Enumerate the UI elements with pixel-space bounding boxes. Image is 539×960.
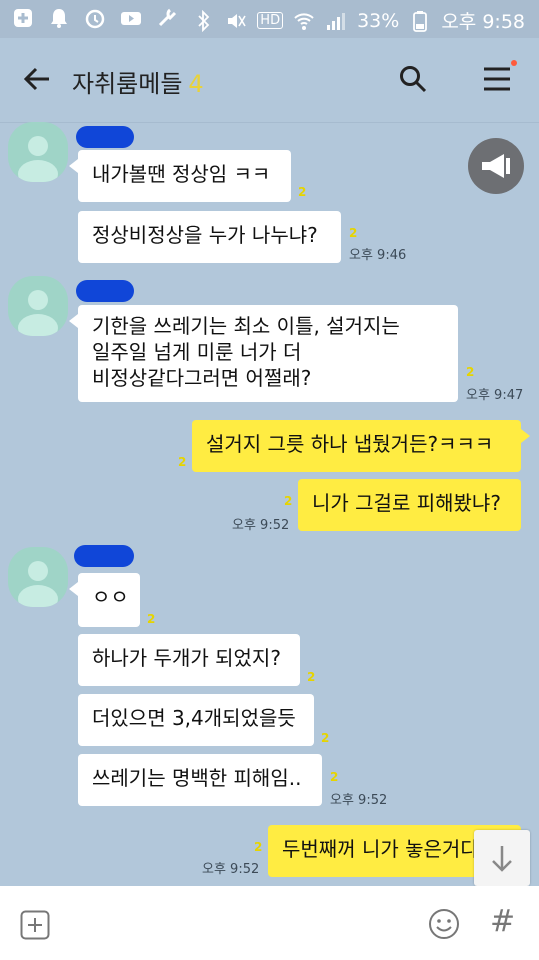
my-message-bubble[interactable]: 설거지 그릇 하나 냅뒀거든?ㅋㅋㅋ bbox=[192, 420, 521, 472]
message-text: ㅇㅇ bbox=[92, 585, 129, 609]
message-text: 더있으면 3,4개되었을듯 bbox=[92, 706, 296, 730]
avatar[interactable] bbox=[8, 276, 68, 336]
message-time: 오후 9:52 bbox=[202, 862, 260, 877]
message-text: 설거지 그릇 하나 냅뒀거든?ㅋㅋㅋ bbox=[206, 432, 494, 456]
plus-box-icon[interactable] bbox=[20, 910, 50, 940]
message-text: 내가볼땐 정상임 ㅋㅋ bbox=[92, 162, 271, 186]
message-time: 오후 9:52 bbox=[330, 793, 388, 808]
notification-dot bbox=[511, 60, 517, 66]
wifi-icon bbox=[293, 10, 315, 32]
hd-badge: HD bbox=[257, 12, 284, 29]
megaphone-icon[interactable] bbox=[468, 138, 524, 194]
message-text: 두번째꺼 니가 놓은거다 bbox=[282, 837, 479, 861]
message-bubble[interactable]: 정상비정상을 누가 나누냐? bbox=[78, 211, 341, 263]
message-time: 오후 9:47 bbox=[466, 388, 524, 403]
message-text: 니가 그걸로 피해봤냐? bbox=[312, 491, 501, 515]
add-box-icon bbox=[12, 7, 34, 29]
emoji-icon[interactable] bbox=[428, 908, 460, 940]
message-text-line: 기한을 쓰레기는 최소 이틀, 설거지는 bbox=[92, 314, 400, 338]
chat-header: 자취룸메들 4 bbox=[0, 38, 539, 123]
message-text-line: 일주일 넘게 미룬 너가 더 bbox=[92, 340, 302, 364]
message-bubble[interactable]: ㅇㅇ bbox=[78, 573, 140, 627]
bubble-tail bbox=[69, 314, 78, 328]
unread-count: 2 bbox=[147, 612, 156, 626]
scroll-down-button[interactable] bbox=[474, 830, 530, 886]
bubble-tail bbox=[69, 582, 78, 596]
unread-count: 2 bbox=[349, 226, 358, 240]
message-time: 오후 9:52 bbox=[232, 518, 290, 533]
unread-count: 2 bbox=[330, 770, 339, 784]
bluetooth-icon bbox=[193, 9, 215, 32]
my-message-bubble[interactable]: 니가 그걸로 피해봤냐? bbox=[298, 479, 521, 531]
message-bubble[interactable]: 쓰레기는 명백한 피해임.. bbox=[78, 754, 322, 806]
hash-icon[interactable]: # bbox=[490, 904, 515, 939]
unread-count: 2 bbox=[466, 365, 475, 379]
youtube-icon bbox=[120, 7, 142, 29]
avatar[interactable] bbox=[8, 547, 68, 607]
alarm-icon bbox=[84, 7, 106, 29]
message-time: 오후 9:46 bbox=[349, 248, 407, 263]
message-text: 쓰레기는 명백한 피해임.. bbox=[92, 766, 302, 790]
message-bubble[interactable]: 내가볼땐 정상임 ㅋㅋ bbox=[78, 150, 291, 202]
search-icon[interactable] bbox=[398, 64, 428, 94]
bubble-tail bbox=[69, 159, 78, 173]
message-bubble[interactable]: 하나가 두개가 되었지? bbox=[78, 634, 300, 686]
message-text-line: 비정상같다그러면 어쩔래? bbox=[92, 366, 312, 390]
unread-count: 2 bbox=[254, 840, 263, 854]
sender-name-redacted bbox=[76, 126, 134, 148]
avatar[interactable] bbox=[8, 122, 68, 182]
chat-room-name: 자취룸메들 bbox=[72, 70, 183, 98]
sender-name-redacted bbox=[76, 280, 134, 302]
arrow-down-icon bbox=[492, 846, 512, 872]
bubble-tail bbox=[521, 429, 530, 443]
message-text: 정상비정상을 누가 나누냐? bbox=[92, 223, 318, 247]
unread-count: 2 bbox=[307, 670, 316, 684]
clock: 오후 9:58 bbox=[441, 11, 525, 33]
unread-count: 2 bbox=[284, 494, 293, 508]
back-arrow-icon[interactable] bbox=[22, 64, 52, 94]
signal-icon bbox=[325, 10, 347, 32]
chat-title: 자취룸메들 4 bbox=[72, 64, 204, 99]
sender-name-redacted bbox=[74, 545, 134, 567]
message-bubble[interactable]: 기한을 쓰레기는 최소 이틀, 설거지는 일주일 넘게 미룬 너가 더 비정상같… bbox=[78, 305, 458, 402]
menu-icon[interactable] bbox=[483, 66, 511, 92]
message-bubble[interactable]: 더있으면 3,4개되었을듯 bbox=[78, 694, 314, 746]
wrench-icon bbox=[156, 7, 178, 29]
unread-count: 2 bbox=[321, 731, 330, 745]
message-text: 하나가 두개가 되었지? bbox=[92, 646, 281, 670]
battery-icon bbox=[409, 10, 431, 32]
unread-count: 2 bbox=[298, 185, 307, 199]
bell-icon bbox=[48, 7, 70, 29]
member-count: 4 bbox=[188, 70, 204, 98]
status-bar: HD 33% 오후 9:58 bbox=[0, 0, 539, 38]
input-bar: # bbox=[0, 886, 539, 960]
unread-count: 2 bbox=[178, 455, 187, 469]
mute-icon bbox=[225, 10, 247, 32]
battery-percent: 33% bbox=[357, 9, 400, 32]
